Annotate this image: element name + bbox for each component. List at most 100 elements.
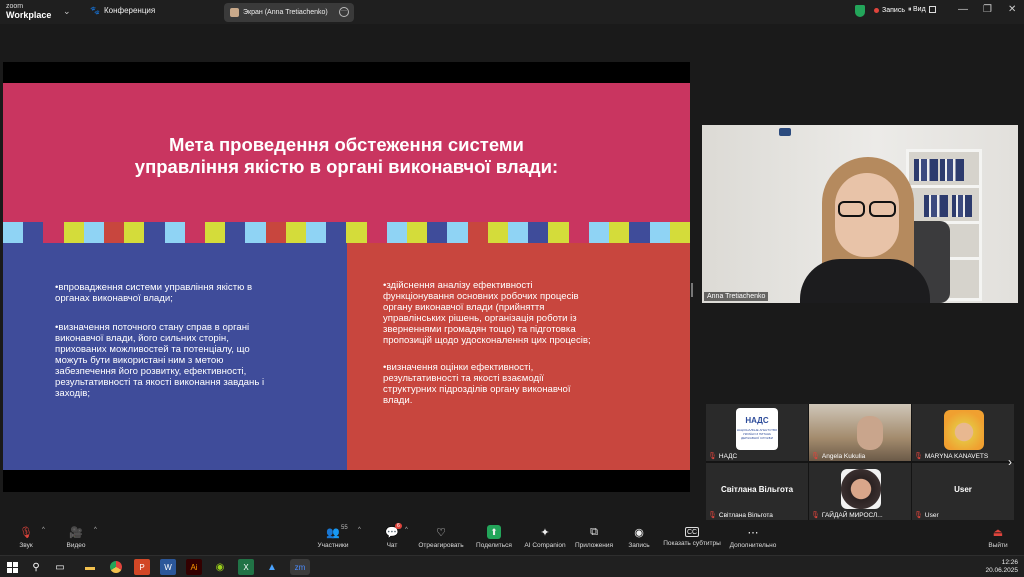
stripe-segment — [467, 222, 488, 243]
excel-icon[interactable]: X — [238, 559, 254, 575]
file-explorer-icon[interactable]: ▬ — [82, 559, 98, 575]
logo-line2: Workplace — [6, 10, 52, 20]
chevron-down-icon[interactable]: ⌄ — [63, 6, 71, 17]
view-menu[interactable]: Вид — [913, 6, 936, 13]
search-icon[interactable]: ⚲ — [28, 559, 44, 575]
video-options-icon[interactable]: ^ — [94, 527, 97, 533]
recording-indicator[interactable]: Запись ⏸ — [874, 6, 911, 14]
leave-icon: ⏏ — [992, 526, 1004, 539]
stripe-segment — [184, 222, 206, 243]
participant-big-name: Світлана Вільгота — [720, 485, 794, 494]
participant-tile-nads[interactable]: НАДС НАЦІОНАЛЬНЕ АГЕНТСТВО УКРАЇНИ З ПИТА… — [706, 404, 808, 461]
viber-icon[interactable]: ◉ — [212, 559, 228, 575]
stripe-segment — [528, 222, 549, 243]
stripe-segment — [104, 222, 125, 243]
system-clock[interactable]: 12:26 20.06.2025 — [985, 559, 1018, 575]
windows-taskbar: ⚲ ▭ ▬ P W Ai ◉ X ▲ zm 12:26 20.06.2025 — [0, 555, 1024, 577]
record-label: Запись — [882, 6, 905, 14]
captions-icon: CC — [685, 527, 699, 537]
mic-muted-icon: 🎙 — [708, 453, 717, 460]
participant-tile-svitlana[interactable]: Світлана Вільгота 🎙 Світлана Вільгота — [706, 463, 808, 520]
more-icon[interactable]: ··· — [339, 7, 349, 17]
chat-button[interactable]: 💬 6 Чат ^ — [383, 523, 408, 549]
paw-icon: 🐾 — [90, 6, 100, 15]
record-button[interactable]: ◉ Запись — [625, 525, 653, 550]
stripe-segment — [3, 222, 24, 243]
user-avatar-icon — [230, 8, 239, 17]
stripe-segment — [508, 222, 529, 243]
stripe-segment — [144, 222, 165, 243]
audio-options-icon[interactable]: ^ — [42, 527, 45, 533]
participant-tile-maryna[interactable]: 🎙 MARYNA KANAVETS — [912, 404, 1014, 461]
participants-icon: 👥 — [326, 526, 340, 539]
speaker-video[interactable]: Anna Tretiachenko — [702, 125, 1018, 303]
share-icon: ⬆ — [487, 525, 501, 539]
participants-options-icon[interactable]: ^ — [358, 527, 361, 533]
slide-title: Мета проведення обстеження системи управ… — [63, 134, 630, 178]
apps-button[interactable]: ⧉ Приложения — [573, 525, 615, 550]
zoom-taskbar-icon[interactable]: zm — [290, 559, 310, 575]
stripe-segment — [245, 222, 266, 243]
stripe-segment — [306, 222, 327, 243]
shared-slide: Мета проведення обстеження системи управ… — [3, 62, 690, 492]
share-button[interactable]: ⬆ Поделиться — [474, 525, 514, 549]
windows-start-icon[interactable] — [4, 559, 20, 575]
stripe-segment — [609, 222, 630, 243]
stripe-segment — [649, 222, 670, 243]
video-button[interactable]: 🎥 Видео ^ — [64, 525, 97, 550]
react-button[interactable]: ♡ Отреагировать — [416, 525, 466, 550]
minimize-icon[interactable]: — — [958, 4, 968, 15]
participant-tile-angela[interactable]: 🎙 Angela Kukulia — [809, 404, 911, 461]
meeting-menu[interactable]: 🐾 Конференция — [90, 6, 155, 15]
apps-icon: ⧉ — [590, 525, 598, 538]
participants-button[interactable]: 👥 Участники 55 ^ — [314, 525, 360, 549]
resize-handle[interactable] — [691, 283, 693, 297]
leave-button[interactable]: ⏏ Выйти — [986, 525, 1010, 550]
mic-muted-icon: 🎙 — [914, 453, 923, 460]
gallery-next-icon[interactable]: › — [1008, 455, 1012, 469]
stripe-segment — [63, 222, 84, 243]
stripe-segment — [346, 222, 367, 243]
stripe-segment — [407, 222, 428, 243]
stripe-segment — [265, 222, 286, 243]
speaker-name: Anna Tretiachenko — [704, 292, 769, 301]
mic-muted-icon: 🎙 — [914, 512, 923, 519]
chat-icon: 💬 6 — [385, 523, 402, 539]
mic-muted-icon: 🎙 — [708, 512, 717, 519]
ai-companion-button[interactable]: ✦ AI Companion — [522, 525, 568, 550]
stripe-segment — [548, 222, 569, 243]
more-button[interactable]: ⋯ Дополнительно — [727, 525, 779, 550]
participant-big-name: User — [954, 485, 972, 494]
stripe-segment — [43, 222, 64, 243]
chat-options-icon[interactable]: ^ — [405, 527, 408, 533]
stripe-segment — [164, 222, 185, 243]
screen-share-tab[interactable]: Экран (Anna Tretiachenko) ··· — [224, 3, 354, 22]
stripe-segment — [23, 222, 44, 243]
slide-title-line2: управління якістю в органі виконавчої вл… — [134, 156, 559, 177]
meeting-toolbar: 🎙 Звук ^ 🎥 Видео ^ 👥 Участники 55 ^ 💬 6 Ч… — [0, 521, 1024, 555]
captions-button[interactable]: CC Показать субтитры — [662, 525, 722, 547]
title-bar: zoom Workplace ⌄ 🐾 Конференция Экран (An… — [0, 0, 1024, 24]
color-stripes — [3, 222, 690, 243]
close-icon[interactable]: ✕ — [1008, 4, 1016, 15]
stripe-segment — [205, 222, 226, 243]
powerpoint-icon[interactable]: P — [134, 559, 150, 575]
photos-icon[interactable]: ▲ — [264, 559, 280, 575]
word-icon[interactable]: W — [160, 559, 176, 575]
shield-icon[interactable] — [855, 5, 865, 17]
participant-tile-user[interactable]: User 🎙 User — [912, 463, 1014, 520]
video-off-icon: 🎥 — [69, 526, 83, 539]
task-view-icon[interactable]: ▭ — [52, 559, 68, 575]
record-dot-icon — [874, 7, 879, 13]
audio-button[interactable]: 🎙 Звук ^ — [14, 525, 45, 550]
more-icon: ⋯ — [747, 526, 759, 539]
stripe-segment — [629, 222, 650, 243]
share-tab-label: Экран (Anna Tretiachenko) — [243, 9, 328, 16]
chrome-icon[interactable] — [108, 559, 124, 575]
illustrator-icon[interactable]: Ai — [186, 559, 202, 575]
mic-muted-icon: 🎙 — [19, 526, 33, 539]
pause-icon[interactable]: ⏸ — [908, 6, 912, 14]
participant-tile-haidai[interactable]: 🎙 ГАЙДАЙ МИРОСЛ... — [809, 463, 911, 520]
stripe-segment — [669, 222, 690, 243]
restore-icon[interactable]: ❐ — [983, 4, 992, 15]
